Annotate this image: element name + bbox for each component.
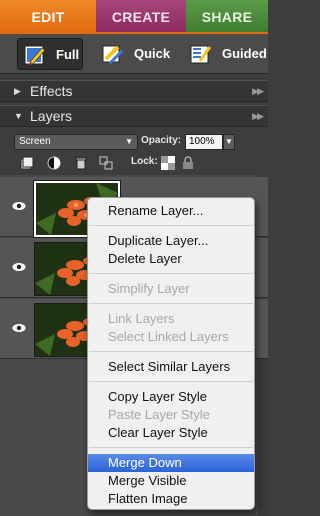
menu-item-merge-down[interactable]: Merge Down [88,454,254,472]
trash-icon[interactable] [74,156,88,170]
full-edit-icon [24,45,46,65]
tab-edit[interactable]: EDIT [0,0,96,32]
guided-edit-button[interactable]: Guided [188,38,268,70]
menu-separator [89,225,253,226]
menu-item-rename-layer[interactable]: Rename Layer... [88,202,254,220]
opacity-input[interactable]: 100% [185,134,223,150]
layer-context-menu: Rename Layer... Duplicate Layer... Delet… [87,197,255,510]
lock-transparency-icon[interactable] [161,156,175,170]
blend-mode-value: Screen [19,136,51,147]
menu-item-flatten-image[interactable]: Flatten Image [88,490,254,508]
menu-separator [89,381,253,382]
adjustment-layer-icon[interactable] [47,156,61,170]
menu-item-copy-layer-style[interactable]: Copy Layer Style [88,388,254,406]
expand-triangle-icon: ▶ [14,86,21,96]
eye-icon[interactable] [12,323,26,333]
menu-item-select-linked-layers: Select Linked Layers [108,329,229,344]
collapse-triangle-icon: ▼ [14,111,23,121]
menu-separator [89,273,253,274]
eye-icon[interactable] [12,201,26,211]
menu-separator [89,447,253,448]
effects-panel-header[interactable]: ▶ Effects ▶▶ [0,80,268,102]
opacity-label: Opacity: [141,135,182,146]
effects-panel-title: Effects [30,83,73,99]
guided-edit-label: Guided [222,46,267,61]
menu-separator [89,351,253,352]
menu-separator [89,303,253,304]
quick-edit-button[interactable]: Quick [100,38,170,70]
guided-edit-icon [190,45,212,64]
tab-share[interactable]: SHARE [186,0,268,32]
layers-panel-header[interactable]: ▼ Layers ▶▶ [0,105,268,127]
menu-item-clear-layer-style[interactable]: Clear Layer Style [88,424,254,442]
blend-mode-select[interactable]: Screen ▼ [14,134,138,150]
quick-edit-label: Quick [134,46,171,61]
eye-icon[interactable] [12,262,26,272]
menu-item-delete-layer[interactable]: Delete Layer [88,250,254,268]
link-layers-icon[interactable] [99,156,113,170]
menu-item-select-similar-layers[interactable]: Select Similar Layers [88,358,254,376]
panel-menu-icon[interactable]: ▶▶ [252,81,264,102]
full-edit-label: Full [56,47,80,62]
opacity-dropdown-button[interactable]: ▼ [223,134,235,150]
panel-menu-icon[interactable]: ▶▶ [252,106,264,127]
menu-item-simplify-layer: Simplify Layer [108,281,190,296]
full-edit-button[interactable]: Full [17,38,83,70]
quick-edit-icon [102,45,124,65]
lock-label: Lock: [131,156,158,167]
new-layer-icon[interactable] [20,156,34,170]
lock-icon[interactable] [181,156,195,170]
menu-item-duplicate-layer[interactable]: Duplicate Layer... [88,232,254,250]
menu-item-paste-layer-style: Paste Layer Style [108,407,210,422]
tab-create[interactable]: CREATE [96,0,186,32]
menu-item-merge-visible[interactable]: Merge Visible [88,472,254,490]
layers-panel-title: Layers [30,108,73,124]
menu-item-link-layers: Link Layers [108,311,175,326]
chevron-down-icon: ▼ [125,137,133,146]
